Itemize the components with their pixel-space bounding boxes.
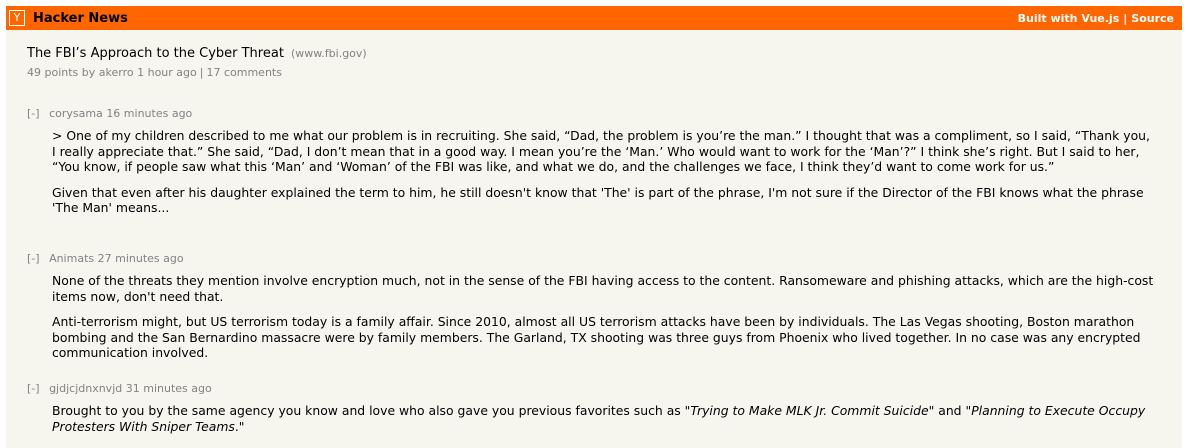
comment-item: [-] gjdjcjdnxnvjd 31 minutes ago Brought… <box>27 382 1157 444</box>
story-age-link[interactable]: 1 hour ago <box>137 66 197 79</box>
comment-author-link[interactable]: Animats <box>49 252 94 265</box>
comment-header: [-] Animats 27 minutes ago <box>27 252 1157 265</box>
subtext-separator: | <box>199 66 204 79</box>
story-domain: (www.fbi.gov) <box>291 47 367 60</box>
comment-paragraph: Brought to you by the same agency you kn… <box>52 403 1157 434</box>
comment-text: ." <box>234 418 245 434</box>
header-separator: | <box>1123 12 1128 25</box>
comment-age-link[interactable]: 16 minutes ago <box>106 107 192 120</box>
comment-item: [-] Animats 27 minutes ago None of the t… <box>27 252 1157 371</box>
header-links: Built with Vue.js | Source <box>1018 12 1174 25</box>
comment-paragraph: > One of my children described to me wha… <box>52 128 1150 174</box>
story-title-link[interactable]: The FBI’s Approach to the Cyber Threat <box>27 46 284 61</box>
story-author-link[interactable]: akerro <box>99 66 134 79</box>
comment-body: > One of my children described to me wha… <box>52 128 1157 216</box>
site-name-link[interactable]: Hacker News <box>33 11 128 26</box>
comment-paragraph: None of the threats they mention involve… <box>52 273 1154 304</box>
collapse-toggle[interactable]: [-] <box>27 107 40 120</box>
comment-header: [-] gjdjcjdnxnvjd 31 minutes ago <box>27 382 1157 395</box>
built-with-link[interactable]: Built with Vue.js <box>1018 12 1120 25</box>
collapse-toggle[interactable]: [-] <box>27 252 40 265</box>
comment-age-link[interactable]: 27 minutes ago <box>98 252 184 265</box>
page-frame: Y Hacker News Built with Vue.js | Source T… <box>6 6 1182 448</box>
logo-icon[interactable]: Y <box>9 10 25 26</box>
source-link[interactable]: Source <box>1131 12 1174 25</box>
story-points: 49 points by <box>27 66 96 79</box>
story-item: The FBI’s Approach to the Cyber Threat (… <box>27 42 367 79</box>
comment-text: Brought to you by the same agency you kn… <box>52 403 691 418</box>
comment-author-link[interactable]: gjdjcjdnxnvjd <box>49 382 122 395</box>
comment-paragraph: Given that even after his daughter expla… <box>52 184 1144 216</box>
story-subtext: 49 points by akerro 1 hour ago | 17 commen… <box>27 66 367 79</box>
story-comments-link[interactable]: 17 comments <box>206 66 282 79</box>
comment-item: [-] corysama 16 minutes ago > One of my … <box>27 107 1157 226</box>
collapse-toggle[interactable]: [-] <box>27 382 40 395</box>
comment-age-link[interactable]: 31 minutes ago <box>126 382 212 395</box>
comment-body: Brought to you by the same agency you kn… <box>52 403 1157 434</box>
header-bar: Y Hacker News Built with Vue.js | Source <box>6 6 1182 30</box>
comment-paragraph: Anti-terrorism might, but US terrorism t… <box>52 314 1141 360</box>
comment-text: " and " <box>928 403 972 418</box>
comment-italic-text: Trying to Make MLK Jr. Commit Suicide <box>690 403 929 418</box>
comment-body: None of the threats they mention involve… <box>52 273 1157 361</box>
comment-header: [-] corysama 16 minutes ago <box>27 107 1157 120</box>
comment-author-link[interactable]: corysama <box>49 107 103 120</box>
